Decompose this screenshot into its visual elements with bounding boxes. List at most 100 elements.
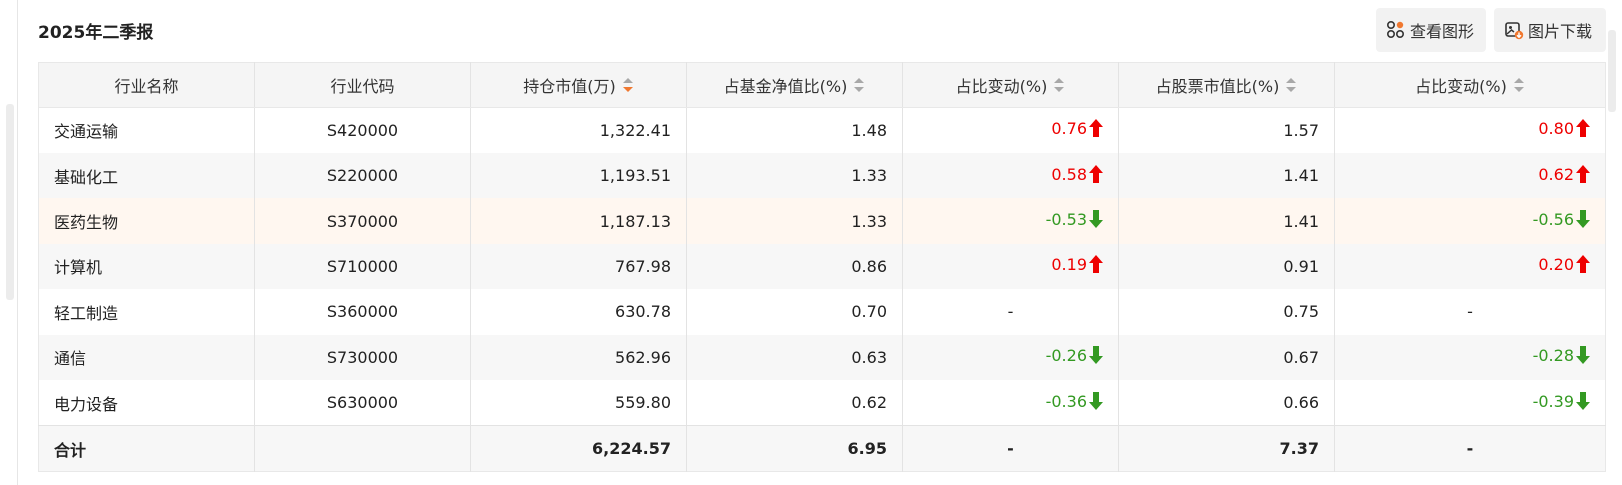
industry-code: S360000 — [254, 289, 471, 335]
header-stock-change[interactable]: 占比变动(%) — [1334, 62, 1606, 108]
nav-change-value: -0.53 — [1045, 210, 1087, 230]
nav-ratio: 0.70 — [686, 289, 903, 335]
sort-icon[interactable] — [1513, 77, 1525, 97]
stock-ratio: 1.57 — [1118, 107, 1335, 153]
header-market-value[interactable]: 持仓市值(万) — [470, 62, 687, 108]
arrow-up-icon — [1089, 119, 1103, 141]
sort-icon[interactable] — [1053, 77, 1065, 97]
market-value: 1,193.51 — [470, 152, 687, 199]
industry-code: S220000 — [254, 152, 471, 199]
arrow-up-icon — [1576, 164, 1590, 187]
industry-name: 轻工制造 — [38, 289, 255, 335]
nav-ratio: 0.86 — [686, 243, 903, 290]
table-row[interactable]: 交通运输 S420000 1,322.41 1.48 0.76 1.57 0.80 — [38, 107, 1606, 153]
stock-ratio: 1.41 — [1118, 198, 1335, 244]
table-body: 交通运输 S420000 1,322.41 1.48 0.76 1.57 0.80 基础化工 S… — [38, 107, 1606, 426]
arrow-down-icon — [1576, 391, 1590, 414]
total-market-value: 6,224.57 — [470, 425, 687, 472]
industry-holdings-table: 行业名称 行业代码 持仓市值(万) 占基金净值比(%) 占比变动(%) 占股票市… — [38, 62, 1606, 472]
table-row[interactable]: 电力设备 S630000 559.80 0.62 -0.36 0.66 -0.39 — [38, 380, 1606, 426]
stock-change: 0.80 — [1335, 108, 1606, 153]
header-industry-name: 行业名称 — [38, 62, 255, 108]
table-row[interactable]: 轻工制造 S360000 630.78 0.70 - 0.75 - — [38, 289, 1606, 335]
sort-icon-active[interactable] — [622, 77, 634, 97]
view-chart-label: 查看图形 — [1410, 22, 1475, 41]
nav-change: 0.19 — [902, 243, 1119, 290]
stock-ratio: 0.75 — [1118, 289, 1335, 335]
header-nav-ratio[interactable]: 占基金净值比(%) — [686, 62, 903, 108]
header-stock-ratio[interactable]: 占股票市值比(%) — [1118, 62, 1335, 108]
image-download-icon — [1505, 22, 1524, 40]
arrow-up-icon — [1576, 255, 1590, 277]
right-scrollbar[interactable] — [1608, 30, 1616, 112]
nav-change: -0.53 — [902, 198, 1119, 244]
view-chart-button[interactable]: 查看图形 — [1376, 8, 1486, 52]
market-value: 767.98 — [470, 243, 687, 290]
nav-ratio: 1.33 — [686, 152, 903, 199]
industry-code: S420000 — [254, 107, 471, 153]
industry-code: S370000 — [254, 198, 471, 244]
nav-ratio: 1.33 — [686, 198, 903, 244]
stock-ratio: 0.91 — [1118, 243, 1335, 290]
nav-ratio: 1.48 — [686, 107, 903, 153]
sort-icon[interactable] — [853, 77, 865, 97]
total-stock-ratio: 7.37 — [1118, 425, 1335, 472]
nav-change-value: - — [1007, 302, 1014, 322]
nav-change-value: -0.36 — [1045, 391, 1087, 411]
stock-change: 0.20 — [1335, 244, 1606, 289]
stock-ratio: 0.66 — [1118, 380, 1335, 426]
table-header: 行业名称 行业代码 持仓市值(万) 占基金净值比(%) 占比变动(%) 占股票市… — [38, 62, 1606, 108]
download-image-button[interactable]: 图片下载 — [1494, 8, 1606, 52]
total-nav-ratio: 6.95 — [686, 425, 903, 472]
industry-code: S710000 — [254, 243, 471, 290]
industry-code: S630000 — [254, 380, 471, 426]
market-value: 630.78 — [470, 289, 687, 335]
arrow-down-icon — [1089, 210, 1103, 232]
stock-change: -0.56 — [1335, 198, 1606, 243]
table-row[interactable]: 基础化工 S220000 1,193.51 1.33 0.58 1.41 0.62 — [38, 152, 1606, 199]
nav-change: - — [902, 289, 1119, 335]
arrow-up-icon — [1089, 164, 1103, 187]
arrow-down-icon — [1576, 210, 1590, 232]
nav-change-value: 0.76 — [1051, 119, 1087, 139]
stock-change-value: 0.80 — [1538, 119, 1574, 139]
header-nav-change[interactable]: 占比变动(%) — [902, 62, 1119, 108]
arrow-down-icon — [1576, 346, 1590, 368]
industry-name: 基础化工 — [38, 152, 255, 199]
stock-ratio: 0.67 — [1118, 334, 1335, 381]
nav-change-value: 0.19 — [1051, 255, 1087, 275]
total-nav-change: - — [902, 425, 1119, 472]
nav-change-value: 0.58 — [1051, 164, 1087, 184]
market-value: 559.80 — [470, 380, 687, 426]
stock-change: -0.28 — [1335, 335, 1606, 380]
stock-change: - — [1335, 289, 1606, 334]
table-row[interactable]: 通信 S730000 562.96 0.63 -0.26 0.67 -0.28 — [38, 334, 1606, 381]
market-value: 562.96 — [470, 334, 687, 381]
industry-name: 计算机 — [38, 243, 255, 290]
total-label: 合计 — [38, 425, 255, 472]
nav-ratio: 0.62 — [686, 380, 903, 426]
download-image-label: 图片下载 — [1528, 22, 1593, 41]
stock-change-value: -0.28 — [1532, 346, 1574, 366]
stock-change: 0.62 — [1335, 153, 1606, 198]
header-row: 行业名称 行业代码 持仓市值(万) 占基金净值比(%) 占比变动(%) 占股票市… — [38, 62, 1606, 108]
table-footer: 合计 6,224.57 6.95 - 7.37 - — [38, 425, 1606, 472]
stock-change-value: - — [1467, 302, 1473, 322]
sort-icon[interactable] — [1285, 77, 1297, 97]
table-row[interactable]: 医药生物 S370000 1,187.13 1.33 -0.53 1.41 -0.56 — [38, 198, 1606, 244]
nav-change-value: -0.26 — [1045, 346, 1087, 366]
nav-change: -0.36 — [902, 380, 1119, 426]
stock-change-value: 0.20 — [1538, 255, 1574, 275]
report-title: 2025年二季报 — [38, 23, 154, 43]
industry-name: 交通运输 — [38, 107, 255, 153]
nav-ratio: 0.63 — [686, 334, 903, 381]
industry-name: 通信 — [38, 334, 255, 381]
left-scrollbar[interactable] — [6, 104, 14, 300]
nav-change: 0.58 — [902, 152, 1119, 199]
arrow-up-icon — [1089, 255, 1103, 277]
header-industry-code: 行业代码 — [254, 62, 471, 108]
table-row[interactable]: 计算机 S710000 767.98 0.86 0.19 0.91 0.20 — [38, 243, 1606, 290]
arrow-up-icon — [1576, 119, 1590, 141]
arrow-down-icon — [1089, 391, 1103, 414]
industry-code: S730000 — [254, 334, 471, 381]
